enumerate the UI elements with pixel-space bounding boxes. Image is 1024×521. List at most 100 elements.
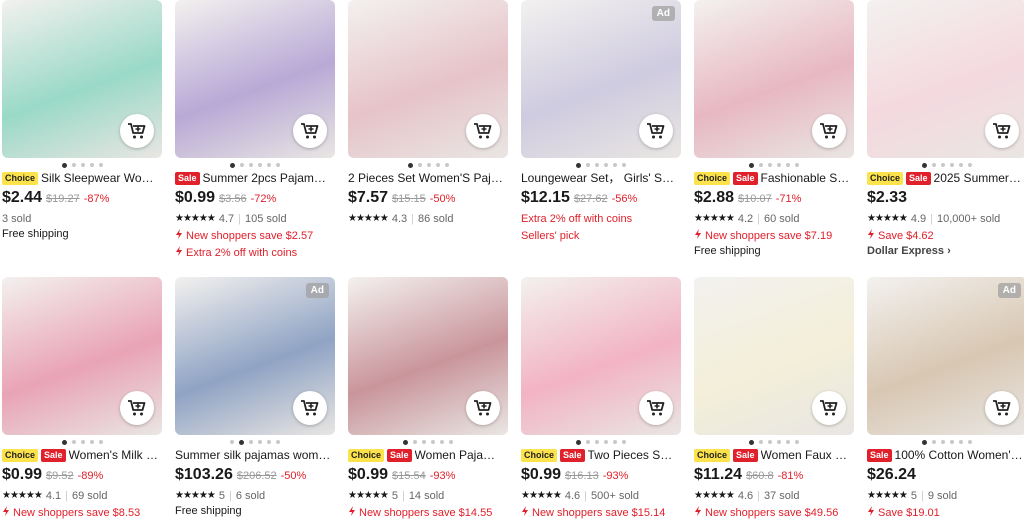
product-image[interactable] bbox=[867, 0, 1024, 158]
carousel-dot[interactable] bbox=[622, 440, 626, 444]
carousel-dot[interactable] bbox=[759, 163, 763, 167]
product-image[interactable] bbox=[175, 0, 335, 158]
product-title[interactable]: Loungewear Set， Girls' Sum... bbox=[521, 171, 677, 186]
carousel-dot[interactable] bbox=[613, 163, 617, 167]
product-card[interactable]: Ad Sale 100% Cotton Women's P... $26.24 ★★★★… bbox=[867, 277, 1024, 520]
carousel-dot[interactable] bbox=[604, 440, 608, 444]
add-to-cart-icon[interactable] bbox=[812, 391, 846, 425]
add-to-cart-icon[interactable] bbox=[639, 114, 673, 148]
add-to-cart-icon[interactable] bbox=[120, 391, 154, 425]
product-title[interactable]: ChoiceSaleTwo Pieces Summ... bbox=[521, 448, 677, 463]
carousel-dot[interactable] bbox=[267, 163, 271, 167]
add-to-cart-icon[interactable] bbox=[985, 114, 1019, 148]
product-title[interactable]: ChoiceSale2025 Summer 2 P... bbox=[867, 171, 1023, 186]
carousel-dot[interactable] bbox=[576, 162, 581, 168]
carousel-dot[interactable] bbox=[258, 163, 262, 167]
carousel-dot[interactable] bbox=[98, 440, 103, 444]
carousel-dot[interactable] bbox=[249, 163, 253, 167]
carousel-dot[interactable] bbox=[786, 440, 790, 444]
carousel-dot[interactable] bbox=[922, 439, 927, 445]
carousel-dot[interactable] bbox=[239, 439, 244, 445]
carousel-dot[interactable] bbox=[61, 439, 67, 445]
carousel-dot[interactable] bbox=[426, 163, 431, 167]
carousel-dot[interactable] bbox=[413, 440, 417, 444]
product-title[interactable]: Summer silk pajamas women's... bbox=[175, 448, 331, 463]
product-image[interactable] bbox=[2, 277, 162, 435]
product-image[interactable] bbox=[348, 0, 508, 158]
carousel-dot[interactable] bbox=[968, 440, 972, 444]
carousel-dot[interactable] bbox=[407, 162, 413, 168]
carousel-dot[interactable] bbox=[449, 440, 453, 444]
carousel-dot[interactable] bbox=[959, 163, 963, 167]
add-to-cart-icon[interactable] bbox=[639, 391, 673, 425]
carousel-dot[interactable] bbox=[768, 163, 772, 167]
carousel-dot[interactable] bbox=[759, 440, 763, 444]
product-card[interactable]: ChoiceSilk Sleepwear Women... $2.44$19.27… bbox=[2, 0, 175, 260]
add-to-cart-icon[interactable] bbox=[466, 391, 500, 425]
carousel-dot[interactable] bbox=[922, 162, 927, 168]
product-title[interactable]: 2 Pieces Set Women'S Pajama... bbox=[348, 171, 504, 186]
product-image[interactable]: Ad bbox=[867, 277, 1024, 435]
carousel-dot[interactable] bbox=[604, 163, 608, 167]
add-to-cart-icon[interactable] bbox=[812, 114, 846, 148]
carousel-dot[interactable] bbox=[586, 163, 590, 167]
carousel-dot[interactable] bbox=[435, 163, 440, 167]
carousel-dot[interactable] bbox=[576, 439, 581, 445]
product-title[interactable]: ChoiceSaleWomen Pajama Se... bbox=[348, 448, 504, 463]
carousel-dot[interactable] bbox=[80, 440, 85, 444]
product-title[interactable]: ChoiceSilk Sleepwear Women... bbox=[2, 171, 158, 186]
carousel-dot[interactable] bbox=[249, 440, 253, 444]
product-title[interactable]: ChoiceSaleFashionable Sexy I... bbox=[694, 171, 850, 186]
carousel-dot[interactable] bbox=[71, 440, 76, 444]
product-image[interactable] bbox=[2, 0, 162, 158]
carousel-dot[interactable] bbox=[71, 163, 76, 167]
product-card[interactable]: 2 Pieces Set Women'S Pajama... $7.57$15.1… bbox=[348, 0, 521, 260]
carousel-dot[interactable] bbox=[89, 163, 94, 167]
carousel-dot[interactable] bbox=[89, 440, 94, 444]
carousel-dot[interactable] bbox=[941, 440, 945, 444]
carousel-dot[interactable] bbox=[431, 440, 435, 444]
product-card[interactable]: ChoiceSaleWomen's Milk Silk ... $0.99$9.5… bbox=[2, 277, 175, 520]
product-card[interactable]: SaleSummer 2pcs Pajamas S... $0.99$3.56-7… bbox=[175, 0, 348, 260]
carousel-dot[interactable] bbox=[786, 163, 790, 167]
add-to-cart-icon[interactable] bbox=[293, 391, 327, 425]
carousel-dot[interactable] bbox=[586, 440, 590, 444]
product-card[interactable]: ChoiceSaleWomen Pajama Se... $0.99$15.54-… bbox=[348, 277, 521, 520]
carousel-dot[interactable] bbox=[941, 163, 945, 167]
product-card[interactable]: Ad Summer silk pajamas women's... $103.26$… bbox=[175, 277, 348, 520]
dollar-express-link[interactable]: Dollar Express › bbox=[867, 245, 1024, 260]
product-image[interactable] bbox=[694, 277, 854, 435]
product-title[interactable]: Sale 100% Cotton Women's P... bbox=[867, 448, 1023, 463]
carousel-dot[interactable] bbox=[403, 439, 408, 445]
carousel-dot[interactable] bbox=[440, 440, 444, 444]
carousel-dot[interactable] bbox=[959, 440, 963, 444]
carousel-dot[interactable] bbox=[276, 163, 280, 167]
product-title[interactable]: SaleSummer 2pcs Pajamas S... bbox=[175, 171, 331, 186]
carousel-dot[interactable] bbox=[61, 162, 67, 168]
carousel-dot[interactable] bbox=[795, 440, 799, 444]
carousel-dot[interactable] bbox=[932, 440, 936, 444]
carousel-dot[interactable] bbox=[968, 163, 972, 167]
carousel-dot[interactable] bbox=[230, 162, 235, 168]
carousel-dot[interactable] bbox=[267, 440, 271, 444]
add-to-cart-icon[interactable] bbox=[120, 114, 154, 148]
product-image[interactable]: Ad bbox=[521, 0, 681, 158]
carousel-dot[interactable] bbox=[98, 163, 103, 167]
product-image[interactable] bbox=[694, 0, 854, 158]
carousel-dot[interactable] bbox=[444, 163, 449, 167]
carousel-dot[interactable] bbox=[417, 163, 422, 167]
product-image[interactable] bbox=[348, 277, 508, 435]
add-to-cart-icon[interactable] bbox=[985, 391, 1019, 425]
product-title[interactable]: ChoiceSaleWomen's Milk Silk ... bbox=[2, 448, 158, 463]
product-card[interactable]: ChoiceSaleFashionable Sexy I... $2.88$10.… bbox=[694, 0, 867, 260]
carousel-dot[interactable] bbox=[595, 440, 599, 444]
carousel-dot[interactable] bbox=[749, 162, 754, 168]
carousel-dot[interactable] bbox=[422, 440, 426, 444]
carousel-dot[interactable] bbox=[932, 163, 936, 167]
product-title[interactable]: ChoiceSaleWomen Faux Cott... bbox=[694, 448, 850, 463]
carousel-dot[interactable] bbox=[950, 163, 954, 167]
product-card[interactable]: Ad Loungewear Set， Girls' Sum... $12.15 $27… bbox=[521, 0, 694, 260]
carousel-dot[interactable] bbox=[595, 163, 599, 167]
carousel-dot[interactable] bbox=[768, 440, 772, 444]
product-card[interactable]: ChoiceSale2025 Summer 2 P... $2.33 ★★★★★4.… bbox=[867, 0, 1024, 260]
